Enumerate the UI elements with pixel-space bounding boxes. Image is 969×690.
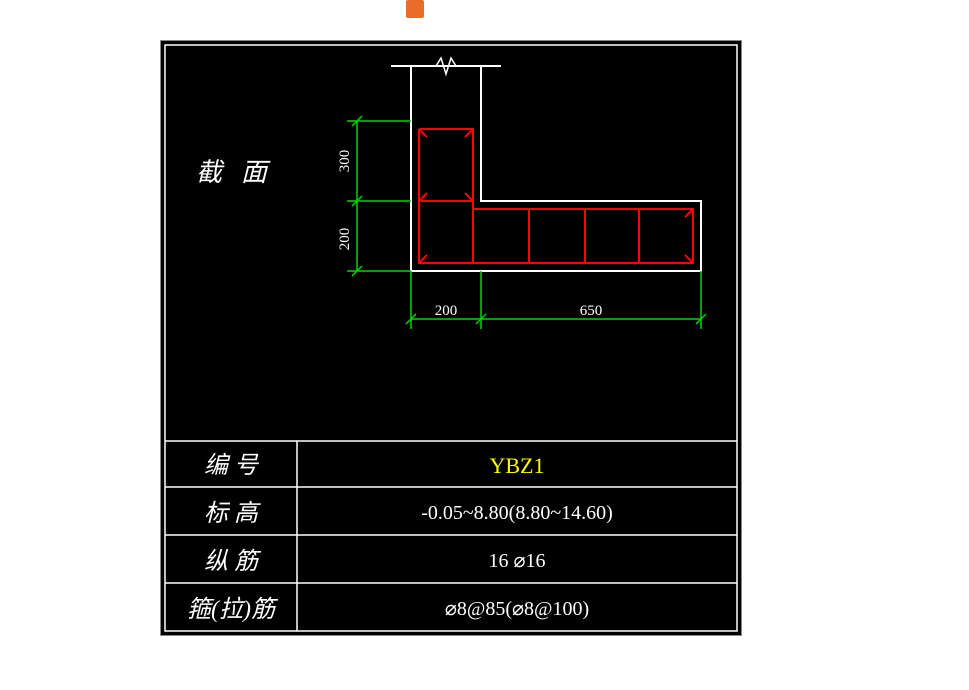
row3-label: 纵 筋: [204, 548, 262, 575]
dim-200h: 200: [435, 303, 458, 319]
row2-value: -0.05~8.80(8.80~14.60): [421, 502, 613, 524]
row2-label: 标 高: [204, 500, 261, 527]
dim-300: 300: [337, 150, 353, 173]
row4-label: 箍(拉)筋: [187, 596, 279, 623]
drawing-svg: 300 200 200 650 截 面 编 号 YBZ1 标 高 -0.05~8…: [161, 41, 741, 635]
section-label-1: 截: [196, 158, 225, 187]
dim-650: 650: [580, 303, 603, 319]
row1-value: YBZ1: [490, 453, 545, 478]
row3-value: 16 ⌀16: [488, 550, 545, 572]
comment-icon: [406, 0, 424, 18]
row4-value: ⌀8@85(⌀8@100): [445, 598, 589, 620]
cad-drawing: 300 200 200 650 截 面 编 号 YBZ1 标 高 -0.05~8…: [160, 40, 742, 636]
row1-label: 编 号: [204, 452, 260, 479]
section-label-2: 面: [241, 158, 271, 187]
dim-200v: 200: [337, 228, 353, 251]
